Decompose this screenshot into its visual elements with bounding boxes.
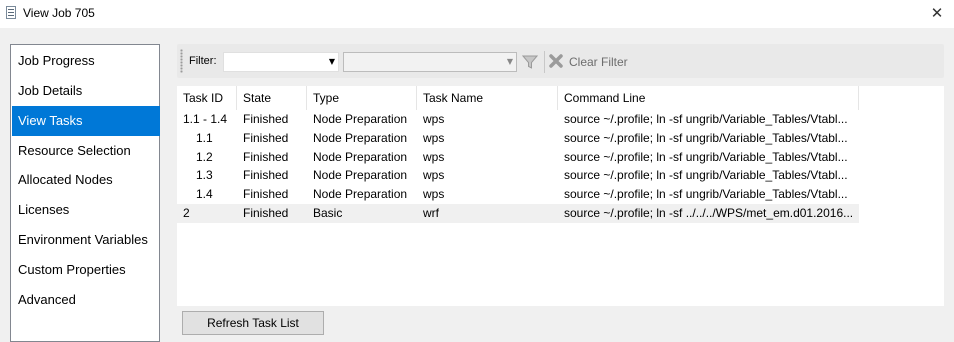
sidebar-item-licenses[interactable]: Licenses <box>12 195 160 225</box>
sidebar-item-custom-properties[interactable]: Custom Properties <box>12 255 160 285</box>
cell-type: Node Preparation <box>313 187 408 201</box>
chevron-down-icon: ▼ <box>506 57 513 66</box>
table-row[interactable]: 1.2 Finished Node Preparation wps source… <box>177 148 859 167</box>
close-icon[interactable]: ✕ <box>924 2 950 24</box>
sidebar-item-job-progress[interactable]: Job Progress <box>12 46 160 76</box>
cell-task-id: 1.1 - 1.4 <box>183 112 228 126</box>
filter-toolbar: Filter: ▼ ▼ Clear Filter <box>177 44 944 78</box>
cell-command-line: source ~/.profile; ln -sf ungrib/Variabl… <box>564 150 848 164</box>
cell-command-line: source ~/.profile; ln -sf ungrib/Variabl… <box>564 168 848 182</box>
cell-task-name: wps <box>423 187 445 201</box>
column-header-task-id[interactable]: Task ID <box>177 86 237 110</box>
column-header-state[interactable]: State <box>237 86 307 110</box>
cell-task-id: 2 <box>183 206 190 220</box>
cell-task-id: 1.3 <box>196 168 213 182</box>
table-row[interactable]: 1.4 Finished Node Preparation wps source… <box>177 185 859 204</box>
table-row[interactable]: 1.1 Finished Node Preparation wps source… <box>177 129 859 148</box>
cell-task-id: 1.2 <box>196 150 213 164</box>
sidebar-item-allocated-nodes[interactable]: Allocated Nodes <box>12 165 160 195</box>
filter-value-select[interactable]: ▼ <box>343 52 517 72</box>
cell-task-name: wrf <box>423 206 439 220</box>
grid-header: Task ID State Type Task Name Command Lin… <box>177 86 859 110</box>
sidebar-item-advanced[interactable]: Advanced <box>12 285 160 315</box>
column-header-command-line[interactable]: Command Line <box>558 86 859 110</box>
sidebar-nav: Job Progress Job Details View Tasks Reso… <box>10 44 160 342</box>
cell-state: Finished <box>243 206 289 220</box>
cell-task-name: wps <box>423 150 445 164</box>
toolbar-separator <box>544 51 545 73</box>
cell-command-line: source ~/.profile; ln -sf ungrib/Variabl… <box>564 131 848 145</box>
chevron-down-icon: ▼ <box>328 57 335 66</box>
cell-state: Finished <box>243 168 289 182</box>
sidebar-item-job-details[interactable]: Job Details <box>12 76 160 106</box>
cell-task-id: 1.4 <box>196 187 213 201</box>
filter-label: Filter: <box>189 55 217 67</box>
task-grid: Task ID State Type Task Name Command Lin… <box>177 86 944 306</box>
cell-command-line: source ~/.profile; ln -sf ungrib/Variabl… <box>564 112 848 126</box>
cell-type: Node Preparation <box>313 150 408 164</box>
cell-type: Node Preparation <box>313 131 408 145</box>
cell-state: Finished <box>243 112 289 126</box>
funnel-icon[interactable] <box>522 54 538 70</box>
cell-type: Basic <box>313 206 343 220</box>
filter-field-select[interactable]: ▼ <box>223 52 339 72</box>
cell-command-line: source ~/.profile; ln -sf ungrib/Variabl… <box>564 187 848 201</box>
sidebar-item-environment-variables[interactable]: Environment Variables <box>12 225 160 255</box>
document-list-icon <box>6 6 16 19</box>
cell-task-id: 1.1 <box>196 131 213 145</box>
table-row-selected[interactable]: 2 Finished Basic wrf source ~/.profile; … <box>177 204 859 223</box>
cell-state: Finished <box>243 150 289 164</box>
sidebar-item-resource-selection[interactable]: Resource Selection <box>12 136 160 166</box>
cell-task-name: wps <box>423 112 445 126</box>
cell-type: Node Preparation <box>313 112 408 126</box>
window-title: View Job 705 <box>23 6 95 20</box>
sidebar-item-view-tasks[interactable]: View Tasks <box>12 106 160 136</box>
toolbar-grip[interactable] <box>180 49 183 73</box>
cell-task-name: wps <box>423 131 445 145</box>
cell-state: Finished <box>243 131 289 145</box>
clear-x-icon <box>549 54 563 68</box>
cell-task-name: wps <box>423 168 445 182</box>
cell-type: Node Preparation <box>313 168 408 182</box>
table-row[interactable]: 1.1 - 1.4 Finished Node Preparation wps … <box>177 110 859 129</box>
cell-state: Finished <box>243 187 289 201</box>
column-header-task-name[interactable]: Task Name <box>417 86 558 110</box>
title-bar: View Job 705 ✕ <box>0 0 954 28</box>
clear-filter-label: Clear Filter <box>569 55 628 69</box>
table-row[interactable]: 1.3 Finished Node Preparation wps source… <box>177 166 859 185</box>
cell-command-line: source ~/.profile; ln -sf ../../../WPS/m… <box>564 206 854 220</box>
refresh-task-list-button[interactable]: Refresh Task List <box>182 311 324 335</box>
column-header-type[interactable]: Type <box>307 86 417 110</box>
